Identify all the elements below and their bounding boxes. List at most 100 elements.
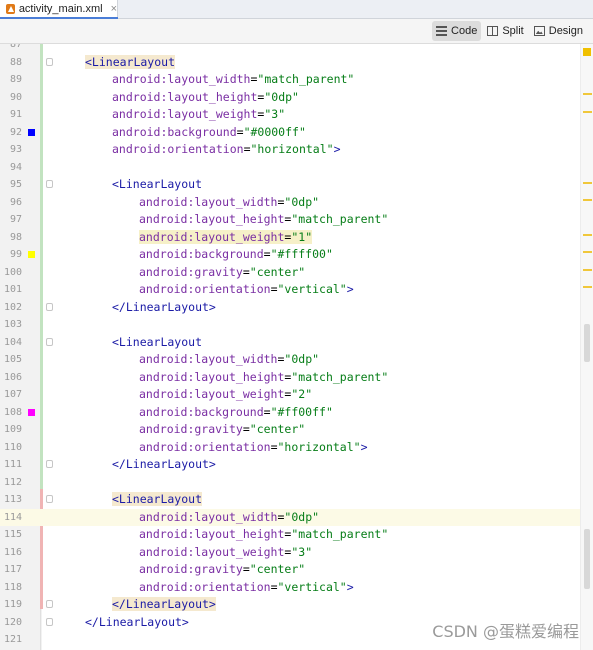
code-token: "2" (291, 387, 313, 401)
line-number: 109 (3, 424, 22, 435)
code-line[interactable]: 111 </LinearLayout> (0, 456, 593, 474)
code-line[interactable]: 97 android:layout_height="match_parent" (0, 211, 593, 229)
line-number: 99 (9, 249, 22, 260)
code-line[interactable]: 95 <LinearLayout (0, 176, 593, 194)
code-line[interactable]: 92 android:background="#0000ff" (0, 124, 593, 142)
fold-marker-icon[interactable] (46, 302, 53, 311)
close-icon[interactable]: × (111, 3, 117, 15)
code-line[interactable]: 107 android:layout_weight="2" (0, 386, 593, 404)
split-view-button[interactable]: Split (483, 21, 527, 41)
code-line[interactable]: 87 (0, 44, 593, 54)
code-line[interactable]: 94 (0, 159, 593, 177)
code-line[interactable]: 105 android:layout_width="0dp" (0, 351, 593, 369)
code-text: android:orientation="vertical"> (139, 579, 354, 597)
code-text: android:layout_height="match_parent" (139, 369, 388, 387)
code-line[interactable]: 106 android:layout_height="match_parent" (0, 369, 593, 387)
code-text: android:orientation="horizontal"> (112, 141, 341, 159)
color-swatch-icon[interactable] (28, 408, 35, 416)
code-text: </LinearLayout> (85, 614, 189, 632)
code-token: "3" (291, 544, 313, 559)
fold-marker-icon[interactable] (46, 337, 53, 346)
code-line[interactable]: 112 (0, 474, 593, 492)
code-token: android:gravity (139, 422, 243, 436)
code-line[interactable]: 118 android:orientation="vertical"> (0, 579, 593, 597)
scrollbar-thumb[interactable] (584, 324, 590, 362)
split-view-label: Split (502, 25, 524, 37)
warning-marker[interactable] (583, 182, 592, 184)
code-token: android:layout_width (112, 72, 251, 86)
warning-marker[interactable] (583, 199, 592, 201)
line-number: 108 (3, 406, 22, 418)
code-token: = (243, 142, 251, 156)
line-number: 103 (3, 319, 22, 330)
code-text: android:layout_width="match_parent" (112, 71, 354, 89)
warning-marker[interactable] (583, 269, 592, 271)
code-token: </LinearLayout> (112, 457, 216, 471)
code-line[interactable]: 101 android:orientation="vertical"> (0, 281, 593, 299)
code-line[interactable]: 119 </LinearLayout> (0, 596, 593, 614)
scrollbar-thumb[interactable] (584, 529, 590, 589)
code-token: "0dp" (284, 352, 320, 366)
code-line[interactable]: 115 android:layout_height="match_parent" (0, 526, 593, 544)
fold-marker-icon[interactable] (46, 495, 53, 503)
code-token: "match_parent" (257, 72, 355, 86)
code-line[interactable]: 89 android:layout_width="match_parent" (0, 71, 593, 89)
line-number: 91 (9, 109, 22, 120)
code-line[interactable]: 109 android:gravity="center" (0, 421, 593, 439)
code-line[interactable]: 103 (0, 316, 593, 334)
code-line[interactable]: 116 android:layout_weight="3" (0, 544, 593, 562)
code-line[interactable]: 96 android:layout_width="0dp" (0, 194, 593, 212)
code-token: android:layout_width (139, 352, 278, 366)
warning-icon[interactable] (583, 48, 591, 56)
warning-marker[interactable] (583, 111, 592, 113)
code-editor[interactable]: 87 88 <LinearLayout 89 android:layout_width=… (0, 44, 593, 650)
fold-marker-icon[interactable] (46, 57, 53, 66)
code-token: android:orientation (139, 439, 271, 454)
line-number: 95 (9, 179, 22, 190)
fold-marker-icon[interactable] (46, 180, 53, 188)
code-line[interactable]: 102 </LinearLayout> (0, 299, 593, 317)
warning-marker[interactable] (583, 234, 592, 236)
code-token: "match_parent" (291, 527, 389, 541)
code-token: = (270, 439, 278, 454)
warning-marker[interactable] (583, 93, 592, 95)
code-line[interactable]: 113 <LinearLayout (0, 491, 593, 509)
view-mode-switcher: Code Split Design (432, 21, 587, 41)
color-swatch-icon[interactable] (28, 128, 35, 136)
code-text: android:layout_height="match_parent" (139, 211, 388, 229)
code-line[interactable]: 99 android:background="#ffff00" (0, 246, 593, 264)
code-line[interactable]: 108 android:background="#ff00ff" (0, 404, 593, 422)
split-icon (487, 26, 499, 36)
code-token: "#0000ff" (243, 124, 306, 139)
line-number: 93 (9, 144, 22, 155)
design-view-button[interactable]: Design (530, 21, 587, 41)
error-stripe[interactable] (580, 44, 593, 650)
code-line[interactable]: 100 android:gravity="center" (0, 264, 593, 282)
fold-marker-icon[interactable] (46, 460, 53, 468)
design-icon (533, 26, 545, 36)
code-line[interactable]: 91 android:layout_weight="3" (0, 106, 593, 124)
code-line[interactable]: 90 android:layout_height="0dp" (0, 89, 593, 107)
code-token: android:background (112, 124, 237, 139)
code-token: = (263, 247, 271, 261)
warning-marker[interactable] (583, 286, 592, 288)
code-line[interactable]: 104 <LinearLayout (0, 334, 593, 352)
code-token: <LinearLayout (112, 334, 203, 349)
fold-marker-icon[interactable] (46, 617, 53, 626)
code-line[interactable]: 98 android:layout_weight="1" (0, 229, 593, 247)
code-token: "match_parent" (291, 212, 389, 226)
code-token: "0dp" (284, 194, 320, 209)
code-line[interactable]: 93 android:orientation="horizontal"> (0, 141, 593, 159)
tab-activity-main[interactable]: activity_main.xml × (0, 0, 118, 19)
code-line[interactable]: 110 android:orientation="horizontal"> (0, 439, 593, 457)
code-line[interactable]: 117 android:gravity="center" (0, 561, 593, 579)
code-line[interactable]: 88 <LinearLayout (0, 54, 593, 72)
code-view-button[interactable]: Code (432, 21, 482, 41)
warning-marker[interactable] (583, 251, 592, 253)
color-swatch-icon[interactable] (28, 251, 35, 258)
line-number: 119 (3, 599, 22, 610)
code-text: android:gravity="center" (139, 421, 305, 439)
code-line[interactable]: 114 android:layout_width="0dp" (0, 508, 593, 526)
code-token: android:layout_height (139, 212, 285, 226)
fold-marker-icon[interactable] (46, 600, 53, 608)
